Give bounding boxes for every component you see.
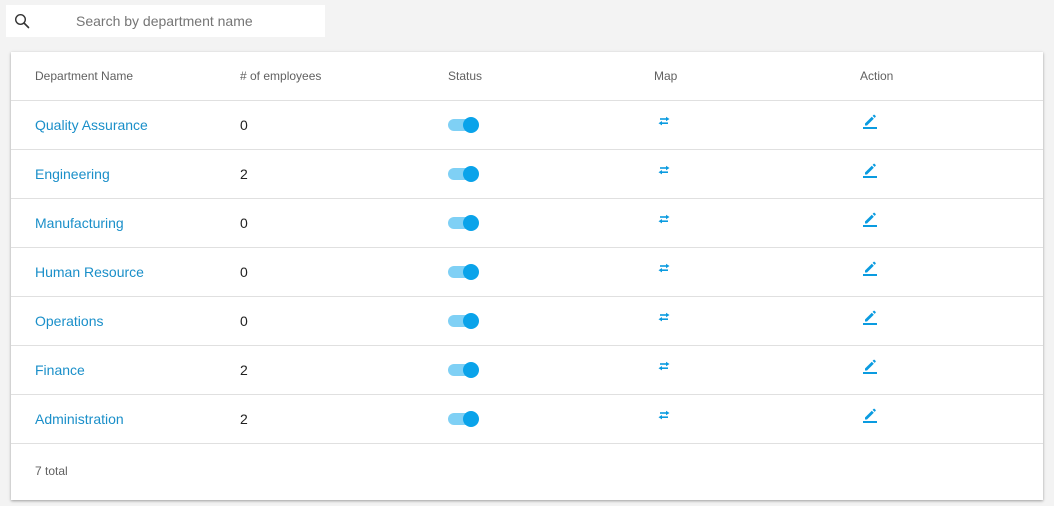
table-body: Quality Assurance 0 Engineering 2 Manufa… [11,101,1043,444]
employee-count: 2 [240,166,248,182]
status-cell [448,248,480,296]
employees-cell: 0 [240,199,248,247]
swap-arrows-icon[interactable] [654,356,674,376]
department-name-cell: Administration [35,395,124,443]
employees-cell: 2 [240,395,248,443]
employee-count: 0 [240,215,248,231]
header-department-name[interactable]: Department Name [35,52,133,100]
edit-pencil-icon[interactable] [860,405,880,425]
department-name-cell: Engineering [35,150,110,198]
map-cell [654,248,674,296]
status-cell [448,199,480,247]
toggle-knob [463,411,479,427]
status-toggle[interactable] [448,313,480,329]
department-link[interactable]: Finance [35,362,85,378]
department-link[interactable]: Human Resource [35,264,144,280]
action-cell [860,101,880,149]
action-cell [860,395,880,443]
swap-arrows-icon[interactable] [654,405,674,425]
table-row: Quality Assurance 0 [11,101,1043,150]
table-row: Human Resource 0 [11,248,1043,297]
edit-pencil-icon[interactable] [860,160,880,180]
map-cell [654,150,674,198]
employees-cell: 2 [240,150,248,198]
map-cell [654,395,674,443]
header-map: Map [654,69,678,83]
status-cell [448,395,480,443]
department-link[interactable]: Administration [35,411,124,427]
table-footer: 7 total [11,444,1043,500]
table-row: Engineering 2 [11,150,1043,199]
header-status: Status [448,69,483,83]
status-cell [448,150,480,198]
action-cell [860,297,880,345]
map-cell [654,199,674,247]
edit-pencil-icon[interactable] [860,356,880,376]
toggle-knob [463,117,479,133]
action-cell [860,248,880,296]
table-row: Administration 2 [11,395,1043,444]
search-icon[interactable] [10,9,34,33]
status-toggle[interactable] [448,215,480,231]
status-cell [448,346,480,394]
department-name-cell: Quality Assurance [35,101,148,149]
search-bar [6,5,325,37]
total-count: 7 total [35,464,68,478]
department-link[interactable]: Manufacturing [35,215,124,231]
table-row: Finance 2 [11,346,1043,395]
department-link[interactable]: Quality Assurance [35,117,148,133]
employee-count: 0 [240,264,248,280]
department-link[interactable]: Operations [35,313,103,329]
table-header: Department Name # of employees Status Ma… [11,52,1043,101]
toggle-knob [463,264,479,280]
swap-arrows-icon[interactable] [654,258,674,278]
action-cell [860,150,880,198]
edit-pencil-icon[interactable] [860,258,880,278]
employees-cell: 0 [240,297,248,345]
employee-count: 0 [240,117,248,133]
employees-cell: 2 [240,346,248,394]
department-link[interactable]: Engineering [35,166,110,182]
status-toggle[interactable] [448,166,480,182]
swap-arrows-icon[interactable] [654,111,674,131]
status-toggle[interactable] [448,362,480,378]
edit-pencil-icon[interactable] [860,111,880,131]
employees-cell: 0 [240,101,248,149]
toggle-knob [463,166,479,182]
employees-cell: 0 [240,248,248,296]
toggle-knob [463,313,479,329]
search-input[interactable] [76,13,306,29]
status-toggle[interactable] [448,117,480,133]
swap-arrows-icon[interactable] [654,209,674,229]
department-name-cell: Manufacturing [35,199,124,247]
departments-table: Department Name # of employees Status Ma… [11,52,1043,500]
table-row: Manufacturing 0 [11,199,1043,248]
action-cell [860,346,880,394]
department-name-cell: Human Resource [35,248,144,296]
department-name-cell: Operations [35,297,103,345]
department-name-cell: Finance [35,346,85,394]
header-employees[interactable]: # of employees [240,52,321,100]
status-cell [448,101,480,149]
action-cell [860,199,880,247]
status-toggle[interactable] [448,264,480,280]
header-action: Action [860,69,894,83]
edit-pencil-icon[interactable] [860,307,880,327]
table-row: Operations 0 [11,297,1043,346]
employee-count: 2 [240,362,248,378]
toggle-knob [463,362,479,378]
map-cell [654,297,674,345]
edit-pencil-icon[interactable] [860,209,880,229]
swap-arrows-icon[interactable] [654,160,674,180]
toggle-knob [463,215,479,231]
employee-count: 0 [240,313,248,329]
employee-count: 2 [240,411,248,427]
status-toggle[interactable] [448,411,480,427]
map-cell [654,346,674,394]
map-cell [654,101,674,149]
status-cell [448,297,480,345]
swap-arrows-icon[interactable] [654,307,674,327]
